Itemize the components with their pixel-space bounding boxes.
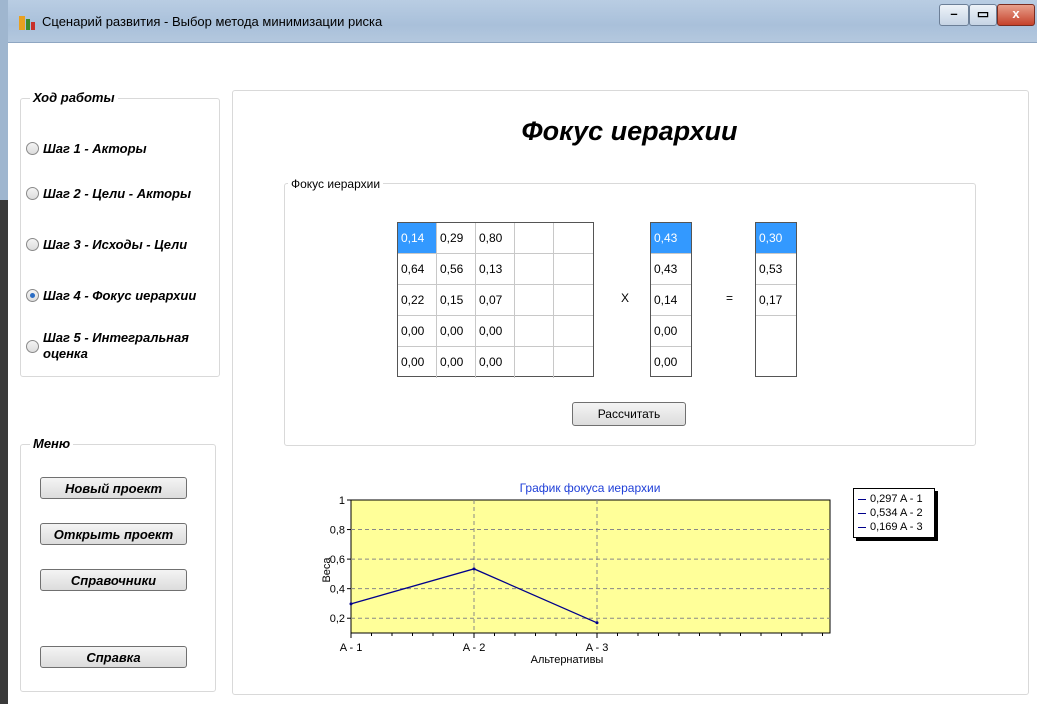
minimize-icon: – [950,6,958,21]
open-project-button[interactable]: Открыть проект [40,523,187,545]
reference-books-button[interactable]: Справочники [40,569,187,591]
step-5-label: Шаг 5 - Интегральная [43,330,189,345]
result-grid[interactable]: 0,30 0,53 0,17 [755,222,797,377]
legend-line-icon [858,526,866,528]
workflow-title: Ход работы [30,90,118,105]
matrix-cell[interactable]: 0,29 [437,223,476,254]
matrix-cell[interactable]: 0,00 [398,347,437,378]
data-point [349,602,353,606]
x-tick-label: A - 2 [463,642,486,654]
matrix-cell[interactable] [554,254,593,285]
result-cell[interactable]: 0,30 [756,223,796,254]
vector-cell[interactable]: 0,43 [651,254,691,285]
matrix-cell[interactable]: 0,13 [476,254,515,285]
x-axis-label: Альтернативы [531,654,604,666]
matrix-cell[interactable]: 0,00 [437,316,476,347]
app-icon [19,16,35,30]
legend-line-icon [858,498,866,500]
legend-label: 0,297 A - 1 [870,493,923,505]
matrix-cell[interactable]: 0,00 [398,316,437,347]
step-5-radio[interactable]: Шаг 5 - Интегральная оценка [26,330,189,362]
radio-icon [26,339,39,353]
matrix-cell[interactable]: 0,00 [476,347,515,378]
matrix-grid[interactable]: 0,14 0,29 0,80 0,64 0,56 0,13 0,22 0,15 … [397,222,594,378]
matrix-cell[interactable]: 0,14 [398,223,437,254]
plot-area [350,499,831,634]
step-3-label: Шаг 3 - Исходы - Цели [43,237,188,252]
step-1-label: Шаг 1 - Акторы [43,141,147,156]
close-icon: x [1012,6,1020,21]
close-button[interactable]: x [997,4,1035,26]
maximize-icon: ▭ [976,6,990,21]
radio-checked-icon [26,289,39,302]
matrix-cell[interactable]: 0,07 [476,285,515,316]
y-tick-label: 1 [339,495,345,507]
focus-group-label: Фокус иерархии [288,177,384,191]
legend-item: 0,169 A - 3 [858,520,930,534]
window-title: Сценарий развития - Выбор метода минимиз… [42,14,383,29]
step-3-radio[interactable]: Шаг 3 - Исходы - Цели [26,237,187,252]
vector-cell[interactable]: 0,43 [651,223,691,254]
data-point [595,621,599,625]
matrix-cell[interactable] [554,316,593,347]
step-5-label-line2: оценка [43,346,88,361]
vector-cell[interactable]: 0,00 [651,316,691,347]
legend-item: 0,534 A - 2 [858,506,930,520]
result-cell[interactable] [756,316,796,376]
equals-sign: = [726,291,734,305]
step-4-radio[interactable]: Шаг 4 - Фокус иерархии [26,288,196,303]
page-title: Фокус иерархии [521,116,738,146]
calculate-button[interactable]: Рассчитать [572,402,686,426]
result-cell[interactable]: 0,17 [756,285,796,316]
y-tick-label: 0,8 [330,525,345,537]
line-chart: 10,80,60,40,2A - 1A - 2A - 3Альтернативы… [321,495,831,666]
radio-icon [26,187,39,200]
matrix-cell[interactable]: 0,22 [398,285,437,316]
vector-grid[interactable]: 0,43 0,43 0,14 0,00 0,00 [650,222,692,377]
step-1-radio[interactable]: Шаг 1 - Акторы [26,141,147,156]
step-4-label: Шаг 4 - Фокус иерархии [43,288,197,303]
matrix-cell[interactable] [554,285,593,316]
matrix-cell[interactable] [515,316,554,347]
legend-line-icon [858,512,866,514]
matrix-cell[interactable] [515,254,554,285]
step-2-radio[interactable]: Шаг 2 - Цели - Акторы [26,186,191,201]
matrix-cell[interactable]: 0,00 [476,316,515,347]
matrix-cell[interactable]: 0,64 [398,254,437,285]
window-border [0,0,8,200]
result-cell[interactable]: 0,53 [756,254,796,285]
y-tick-label: 0,4 [330,584,345,596]
window-border-dark [0,200,8,704]
matrix-cell[interactable]: 0,00 [437,347,476,378]
maximize-button[interactable]: ▭ [969,4,997,26]
legend-item: 0,297 A - 1 [858,492,930,506]
y-axis-label: Веса [321,557,333,583]
minimize-button[interactable]: – [939,4,969,26]
chart-legend: 0,297 A - 1 0,534 A - 2 0,169 A - 3 [853,488,935,538]
radio-icon [26,142,39,155]
legend-label: 0,534 A - 2 [870,507,923,519]
matrix-cell[interactable]: 0,15 [437,285,476,316]
data-point [472,567,476,571]
matrix-cell[interactable] [554,347,593,378]
title-bar: Сценарий развития - Выбор метода минимиз… [8,0,1037,43]
matrix-cell[interactable]: 0,56 [437,254,476,285]
x-tick-label: A - 3 [586,642,609,654]
radio-icon [26,238,39,251]
step-2-label: Шаг 2 - Цели - Акторы [43,186,192,201]
matrix-cell[interactable] [515,347,554,378]
legend-label: 0,169 A - 3 [870,521,923,533]
y-tick-label: 0,2 [330,613,345,625]
menu-title: Меню [30,436,74,451]
help-button[interactable]: Справка [40,646,187,668]
vector-cell[interactable]: 0,00 [651,347,691,378]
x-tick-label: A - 1 [340,642,363,654]
matrix-cell[interactable] [554,223,593,254]
vector-cell[interactable]: 0,14 [651,285,691,316]
matrix-cell[interactable] [515,223,554,254]
matrix-cell[interactable]: 0,80 [476,223,515,254]
multiply-sign: X [621,291,630,305]
new-project-button[interactable]: Новый проект [40,477,187,499]
matrix-cell[interactable] [515,285,554,316]
